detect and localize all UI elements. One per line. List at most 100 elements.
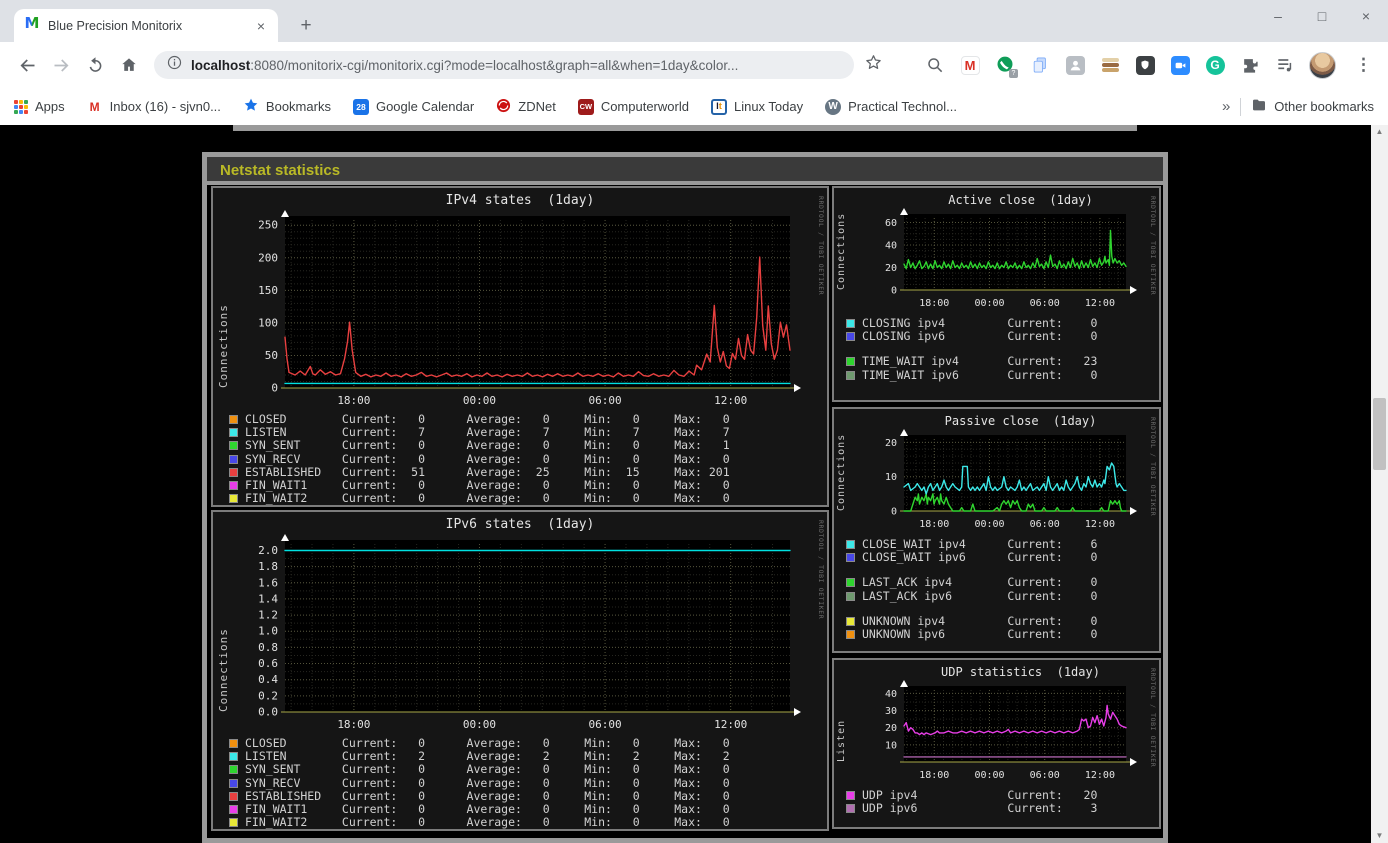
svg-text:00:00: 00:00 bbox=[463, 718, 496, 731]
svg-text:00:00: 00:00 bbox=[974, 298, 1004, 309]
section-title: Netstat statistics bbox=[207, 157, 1163, 185]
google-voice-icon[interactable]: ? bbox=[994, 54, 1018, 78]
reload-button[interactable] bbox=[78, 48, 112, 82]
svg-text:200: 200 bbox=[258, 251, 278, 264]
svg-text:1.8: 1.8 bbox=[258, 560, 278, 573]
bookmark-inbox[interactable]: M Inbox (16) - sjvn0... bbox=[86, 98, 221, 115]
passive-close-graph-panel[interactable]: 18:00 00:00 06:00 12:00 0 10 20 Passive close … bbox=[832, 407, 1161, 653]
close-button[interactable]: × bbox=[1358, 8, 1374, 24]
y-axis-label: Listen bbox=[836, 719, 847, 762]
svg-text:0: 0 bbox=[891, 507, 897, 518]
search-icon[interactable] bbox=[924, 54, 946, 76]
y-axis-label: Connections bbox=[836, 433, 847, 511]
ipv4-states-graph-panel[interactable]: 18:00 00:00 06:00 12:00 0 50 100 150 200 250 IPv4… bbox=[211, 186, 829, 507]
cw-square-icon: CW bbox=[577, 98, 594, 115]
y-axis-label: Connections bbox=[217, 304, 230, 388]
tab-title: Blue Precision Monitorix bbox=[48, 18, 183, 33]
minimize-button[interactable]: – bbox=[1270, 8, 1286, 24]
folder-icon bbox=[1251, 97, 1267, 116]
rrdtool-attribution: RRDTOOL / TOBI OETIKER bbox=[817, 520, 825, 620]
page-content: Netstat statistics 18:00 00:00 06:00 12:00 0… bbox=[0, 125, 1371, 843]
svg-text:40: 40 bbox=[885, 689, 897, 700]
bookmarks-bar: Apps M Inbox (16) - sjvn0... Bookmarks 2… bbox=[0, 88, 1388, 125]
calendar-28-icon: 28 bbox=[352, 98, 369, 115]
scrollbar-thumb[interactable] bbox=[1373, 398, 1386, 470]
svg-text:00:00: 00:00 bbox=[974, 519, 1004, 530]
y-axis-label: Connections bbox=[836, 212, 847, 290]
svg-text:0.4: 0.4 bbox=[258, 673, 278, 686]
left-graph-column: 18:00 00:00 06:00 12:00 0 50 100 150 200 250 IPv4… bbox=[211, 186, 829, 834]
other-bookmarks-button[interactable]: Other bookmarks bbox=[1251, 97, 1374, 116]
copy-pages-icon[interactable] bbox=[1029, 54, 1051, 76]
svg-text:1.0: 1.0 bbox=[258, 625, 278, 638]
bookmark-apps[interactable]: Apps bbox=[14, 99, 65, 114]
tab-close-icon[interactable]: × bbox=[252, 18, 270, 34]
scroll-down-arrow[interactable]: ▼ bbox=[1371, 829, 1388, 843]
other-bookmarks-label: Other bookmarks bbox=[1274, 99, 1374, 114]
previous-section-border bbox=[233, 125, 1137, 131]
chart-title: Passive close (1day) bbox=[944, 414, 1097, 428]
gmail-extension-icon[interactable]: M bbox=[959, 54, 981, 76]
chart-title: Active close (1day) bbox=[948, 193, 1093, 207]
svg-text:0: 0 bbox=[891, 286, 897, 297]
active-close-plot: 18:00 00:00 06:00 12:00 0 20 40 60 bbox=[885, 208, 1137, 309]
gmail-m-icon: M bbox=[86, 98, 103, 115]
rrdtool-attribution: RRDTOOL / TOBI OETIKER bbox=[1149, 668, 1157, 768]
right-graph-column: 18:00 00:00 06:00 12:00 0 20 40 60 Active close… bbox=[832, 186, 1161, 834]
browser-menu-icon[interactable]: ⋮ bbox=[1349, 55, 1378, 75]
grammarly-icon[interactable]: G bbox=[1204, 54, 1226, 76]
svg-text:06:00: 06:00 bbox=[589, 718, 622, 731]
svg-text:00:00: 00:00 bbox=[974, 770, 1004, 781]
bookmark-linux-today[interactable]: lt Linux Today bbox=[710, 98, 803, 115]
svg-text:50: 50 bbox=[265, 349, 278, 362]
bookmark-label: ZDNet bbox=[518, 99, 556, 114]
bookmark-practical-technology[interactable]: W Practical Technol... bbox=[825, 98, 957, 115]
bookmark-google-calendar[interactable]: 28 Google Calendar bbox=[352, 98, 474, 115]
svg-text:20: 20 bbox=[885, 438, 897, 449]
bookmark-bookmarks[interactable]: Bookmarks bbox=[243, 97, 331, 116]
home-button[interactable] bbox=[112, 48, 146, 82]
url-text: localhost:8080/monitorix-cgi/monitorix.c… bbox=[191, 58, 738, 73]
bookmark-computerworld[interactable]: CW Computerworld bbox=[577, 98, 689, 115]
user-avatar[interactable] bbox=[1309, 51, 1336, 79]
netstat-section: Netstat statistics 18:00 00:00 06:00 12:00 0… bbox=[202, 152, 1168, 843]
bookmark-zdnet[interactable]: ZDNet bbox=[496, 98, 556, 116]
site-info-icon[interactable] bbox=[166, 54, 183, 76]
rrdtool-attribution: RRDTOOL / TOBI OETIKER bbox=[1149, 196, 1157, 296]
rrdtool-attribution: RRDTOOL / TOBI OETIKER bbox=[1149, 417, 1157, 517]
privacy-shield-icon[interactable] bbox=[1134, 54, 1156, 76]
svg-text:12:00: 12:00 bbox=[1085, 519, 1115, 530]
browser-tab[interactable]: M Blue Precision Monitorix × bbox=[14, 9, 278, 42]
video-camera-icon[interactable] bbox=[1169, 54, 1191, 76]
profile-box-icon[interactable] bbox=[1064, 54, 1086, 76]
svg-text:06:00: 06:00 bbox=[1030, 519, 1060, 530]
scroll-up-arrow[interactable]: ▲ bbox=[1371, 125, 1388, 139]
svg-text:0.6: 0.6 bbox=[258, 657, 278, 670]
url-host: localhost bbox=[191, 57, 251, 73]
ipv6-states-graph-panel[interactable]: 18:00 00:00 06:00 12:00 0.0 0.2 0.4 0.6 0.8 1.0 1.… bbox=[211, 510, 829, 831]
svg-text:0.8: 0.8 bbox=[258, 641, 278, 654]
bookmark-star-icon[interactable] bbox=[864, 53, 883, 77]
maximize-button[interactable]: □ bbox=[1314, 8, 1330, 24]
back-button[interactable] bbox=[10, 48, 44, 82]
reading-list-icon[interactable] bbox=[1274, 54, 1296, 76]
url-bar[interactable]: localhost:8080/monitorix-cgi/monitorix.c… bbox=[154, 51, 854, 79]
forward-button[interactable] bbox=[44, 48, 78, 82]
y-axis-label: Connections bbox=[217, 628, 230, 712]
book-stack-icon[interactable] bbox=[1099, 54, 1121, 76]
new-tab-button[interactable]: + bbox=[294, 14, 318, 38]
puzzle-extensions-icon[interactable] bbox=[1239, 54, 1261, 76]
svg-text:18:00: 18:00 bbox=[919, 519, 949, 530]
bookmarks-overflow-icon[interactable]: » bbox=[1222, 98, 1230, 115]
svg-text:30: 30 bbox=[885, 706, 897, 717]
passive-close-plot: 18:00 00:00 06:00 12:00 0 10 20 bbox=[885, 429, 1137, 530]
active-close-graph-panel[interactable]: 18:00 00:00 06:00 12:00 0 20 40 60 Active close… bbox=[832, 186, 1161, 402]
svg-text:12:00: 12:00 bbox=[1085, 770, 1115, 781]
svg-text:12:00: 12:00 bbox=[714, 718, 747, 731]
monitorix-favicon: M bbox=[24, 14, 40, 36]
apps-grid-icon bbox=[14, 99, 28, 114]
chart-legend: CLOSED Current: 0 Average: 0 Min: 0 Max:… bbox=[213, 736, 827, 829]
udp-statistics-graph-panel[interactable]: 18:00 00:00 06:00 12:00 10 20 30 40 UDP statist… bbox=[832, 658, 1161, 829]
extension-cluster: M ? G ⋮ bbox=[924, 51, 1388, 79]
wordpress-w-icon: W bbox=[825, 98, 842, 115]
